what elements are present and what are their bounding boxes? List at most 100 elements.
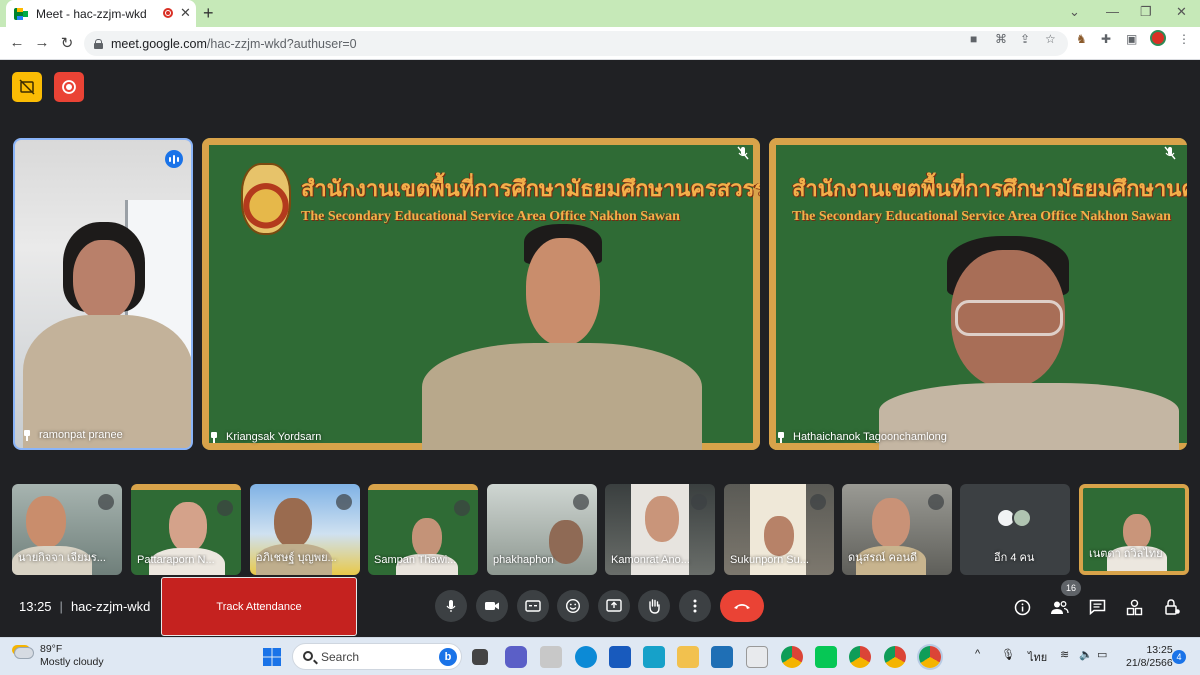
meeting-code: hac-zzjm-wkd [70,599,151,614]
windows-start-icon[interactable] [261,646,283,668]
extension-avatar-icon[interactable]: ♞ [1076,32,1087,46]
file-explorer-icon[interactable] [677,646,699,668]
clock-time: 13:25 [1146,644,1173,656]
more-vertical-icon [693,599,697,613]
participant-tile[interactable]: สำนักงานเขตพื้นที่การศึกษามัธยมศึกษานครส… [202,138,760,450]
mail-icon[interactable] [711,646,733,668]
line-icon[interactable] [815,646,837,668]
tab-title: Meet - hac-zzjm-wkd [36,6,147,21]
new-tab-icon[interactable]: + [203,3,214,24]
teams-chat-icon[interactable] [505,646,527,668]
mic-off-icon [98,494,114,510]
taskbar-clock[interactable]: 13:25 21/8/2566 [1126,644,1173,670]
input-language[interactable]: ไทย [1028,648,1047,666]
participant-thumbnail[interactable]: นายกิจจา เจียมร... [12,484,122,575]
notification-badge[interactable]: 4 [1172,650,1186,664]
forward-icon[interactable]: → [33,34,51,51]
chat-icon [1089,599,1105,615]
maximize-icon[interactable]: ❐ [1140,4,1152,20]
participant-tile[interactable]: สำนักงานเขตพื้นที่การศึกษามัธยมศึกษานครส… [769,138,1187,450]
url-path: /hac-zzjm-wkd?authuser=0 [206,36,357,51]
bing-icon: b [439,648,457,666]
back-icon[interactable]: ← [8,34,26,51]
microphone-tray-icon[interactable]: 🎙 [1001,648,1015,661]
close-window-icon[interactable]: ✕ [1176,4,1187,20]
app-icon[interactable] [540,646,562,668]
participant-tile[interactable]: ramonpat pranee [13,138,193,450]
more-participants-tile[interactable]: อีก 4 คน [960,484,1070,575]
browser-tab[interactable]: Meet - hac-zzjm-wkd ✕ [6,0,196,27]
activities-button[interactable] [1124,597,1144,617]
participant-name: Sampan Thawi... [374,554,457,566]
profile-avatar-icon[interactable] [1150,30,1166,46]
microphone-button[interactable] [435,590,467,622]
mic-off-icon [336,494,352,510]
weather-widget[interactable]: 89°F Mostly cloudy [14,643,104,669]
shapes-icon [1126,599,1142,615]
show-hidden-icons-icon[interactable]: ^ [975,648,980,660]
word-icon[interactable] [609,646,631,668]
tab-search-icon[interactable]: ⌄ [1069,4,1080,20]
reactions-button[interactable] [557,590,589,622]
chat-button[interactable] [1087,597,1107,617]
chrome-icon[interactable] [884,646,906,668]
captions-off-button[interactable] [12,72,42,102]
minimize-icon[interactable]: — [1106,4,1119,19]
bookmark-star-icon[interactable]: ☆ [1045,32,1056,46]
meeting-details-button[interactable] [1012,597,1032,617]
participant-thumbnail[interactable]: เนตดา ถวิลไทย [1079,484,1189,575]
background-banner-english: The Secondary Educational Service Area O… [792,209,1171,224]
camera-icon[interactable]: ■ [970,32,977,46]
participant-thumbnail[interactable]: Sampan Thawi... [368,484,478,575]
participant-name: Sukunporn Su... [730,554,809,566]
translate-icon[interactable]: ⌘ [995,32,1007,46]
participant-thumbnail[interactable]: phakhaphon [487,484,597,575]
share-icon[interactable]: ⇪ [1020,32,1030,46]
participant-name: อภิเชษฐ์ บุญพย... [256,552,337,564]
leave-call-button[interactable] [720,590,764,622]
reload-icon[interactable]: ↻ [58,34,76,52]
host-controls-button[interactable] [1162,597,1182,617]
emoji-icon [565,598,581,614]
pin-icon[interactable] [210,431,218,443]
close-tab-icon[interactable]: ✕ [180,5,191,21]
people-button[interactable] [1049,597,1069,617]
participant-thumbnail[interactable]: Kamonrat Ano... [605,484,715,575]
participant-thumbnail[interactable]: ดนุสรณ์ คอนดี [842,484,952,575]
url-host: meet.google.com [111,36,207,51]
mic-off-icon [454,500,470,516]
volume-icon[interactable]: 🔈 [1079,648,1093,661]
app-l-icon[interactable] [643,646,665,668]
pin-icon[interactable] [777,431,785,443]
chrome-menu-icon[interactable]: ⋮ [1178,32,1190,46]
edge-icon[interactable] [575,646,597,668]
background-banner-thai: สำนักงานเขตพื้นที่การศึกษามัธยมศึกษานครส… [301,176,760,201]
address-bar[interactable]: meet.google.com/hac-zzjm-wkd?authuser=0 [84,31,1068,56]
side-panel-icon[interactable]: ▣ [1126,32,1137,46]
people-icon [1050,600,1069,614]
more-options-button[interactable] [679,590,711,622]
participant-thumbnail[interactable]: Sukunporn Su... [724,484,834,575]
extensions-puzzle-icon[interactable]: ✚ [1101,32,1111,46]
present-screen-button[interactable] [598,590,630,622]
chrome-icon[interactable] [919,646,941,668]
search-icon [303,651,313,661]
participant-thumbnail[interactable]: Pattaraporn N... [131,484,241,575]
wifi-icon[interactable]: ≋ [1060,648,1069,661]
track-attendance-button[interactable]: Track Attendance [161,577,357,636]
participant-name: เนตดา ถวิลไทย [1089,548,1163,560]
recording-button[interactable] [54,72,84,102]
participant-thumbnail[interactable]: อภิเชษฐ์ บุญพย... [250,484,360,575]
raise-hand-button[interactable] [638,590,670,622]
captions-button[interactable] [517,590,549,622]
chrome-icon[interactable] [849,646,871,668]
battery-icon[interactable]: ▭ [1097,648,1107,661]
taskbar-search[interactable]: Search b [292,643,462,670]
hand-icon [649,599,660,614]
pin-icon[interactable] [23,429,31,441]
chrome-icon[interactable] [781,646,803,668]
task-view-icon[interactable] [472,649,488,665]
camera-button[interactable] [476,590,508,622]
snipping-tool-icon[interactable] [746,646,768,668]
participant-count-badge: 16 [1061,580,1081,596]
